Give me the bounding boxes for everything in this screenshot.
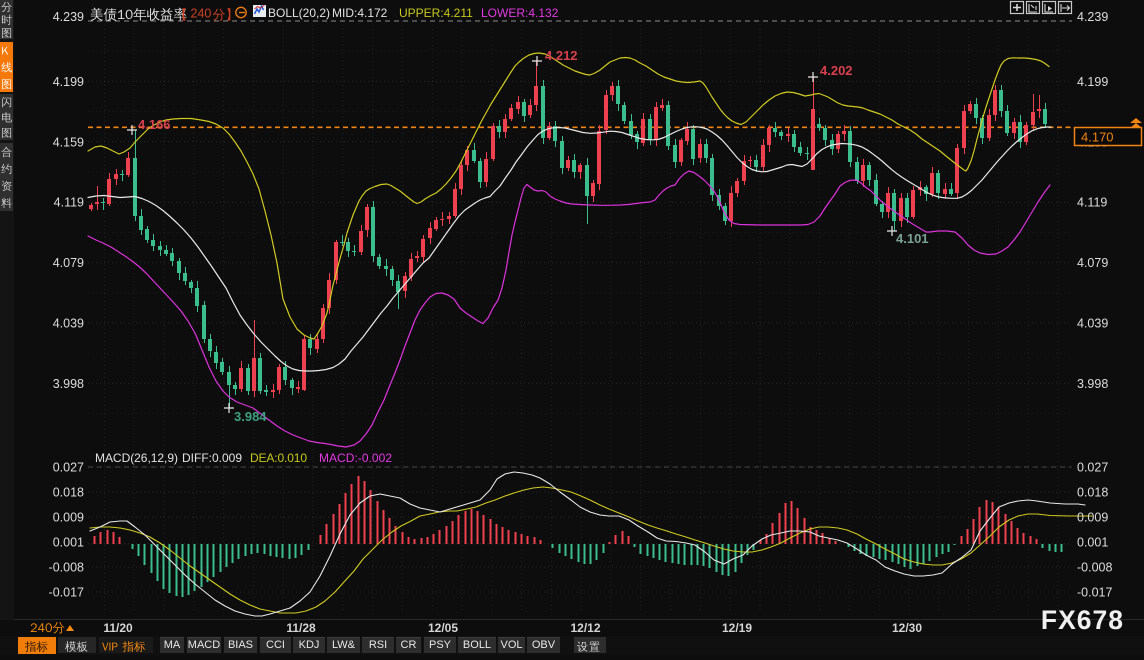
svg-text:4.212: 4.212 [545,48,578,63]
svg-text:UPPER:4.211: UPPER:4.211 [399,6,473,20]
svg-text:0.018: 0.018 [1077,486,1108,500]
svg-text:12/19: 12/19 [722,621,752,635]
svg-text:3.998: 3.998 [1077,377,1108,391]
svg-text:4.079: 4.079 [1077,256,1108,270]
svg-text:0.027: 0.027 [53,461,84,475]
svg-text:4.079: 4.079 [53,256,84,270]
svg-text:FX678: FX678 [1041,605,1124,635]
svg-text:4.039: 4.039 [53,317,84,331]
svg-text:0.009: 0.009 [1077,511,1108,525]
svg-text:DIFF:0.009: DIFF:0.009 [182,451,242,465]
svg-text:MACD:-0.002: MACD:-0.002 [319,451,392,465]
svg-text:0.018: 0.018 [53,486,84,500]
svg-text:0.001: 0.001 [1077,536,1108,550]
svg-text:4.039: 4.039 [1077,317,1108,331]
svg-text:11/28: 11/28 [286,621,316,635]
svg-text:12/12: 12/12 [570,621,600,635]
svg-text:3.998: 3.998 [53,377,84,391]
svg-text:4.202: 4.202 [820,63,853,78]
svg-text:LOWER:4.132: LOWER:4.132 [481,6,559,20]
svg-text:DEA:0.010: DEA:0.010 [250,451,307,465]
svg-text:4.239: 4.239 [1077,10,1108,24]
svg-text:4.239: 4.239 [53,10,84,24]
svg-text:0.027: 0.027 [1077,461,1108,475]
svg-text:240: 240 [191,7,212,21]
svg-text:4.199: 4.199 [1077,75,1108,89]
svg-text:4.166: 4.166 [138,117,171,132]
svg-text:BOLL(20,2): BOLL(20,2) [268,6,330,20]
svg-text:4.199: 4.199 [53,75,84,89]
svg-text:-0.017: -0.017 [1077,586,1112,600]
svg-text:4.119: 4.119 [54,196,84,210]
svg-text:-0.008: -0.008 [1077,561,1112,575]
svg-text:4.159: 4.159 [53,135,84,149]
svg-text:11/20: 11/20 [103,621,133,635]
svg-text:-0.017: -0.017 [49,586,84,600]
svg-text:3.984: 3.984 [234,409,267,424]
svg-text:-0.008: -0.008 [49,561,84,575]
svg-text:4.170: 4.170 [1081,130,1114,145]
svg-text:12/05: 12/05 [428,621,458,635]
svg-text:0.009: 0.009 [53,511,84,525]
svg-text:4.119: 4.119 [1077,196,1107,210]
svg-text:MACD(26,12,9): MACD(26,12,9) [95,451,178,465]
svg-text:12/30: 12/30 [892,621,922,635]
svg-text:MID:4.172: MID:4.172 [332,6,388,20]
svg-text:0.001: 0.001 [53,536,84,550]
svg-text:4.101: 4.101 [896,231,929,246]
